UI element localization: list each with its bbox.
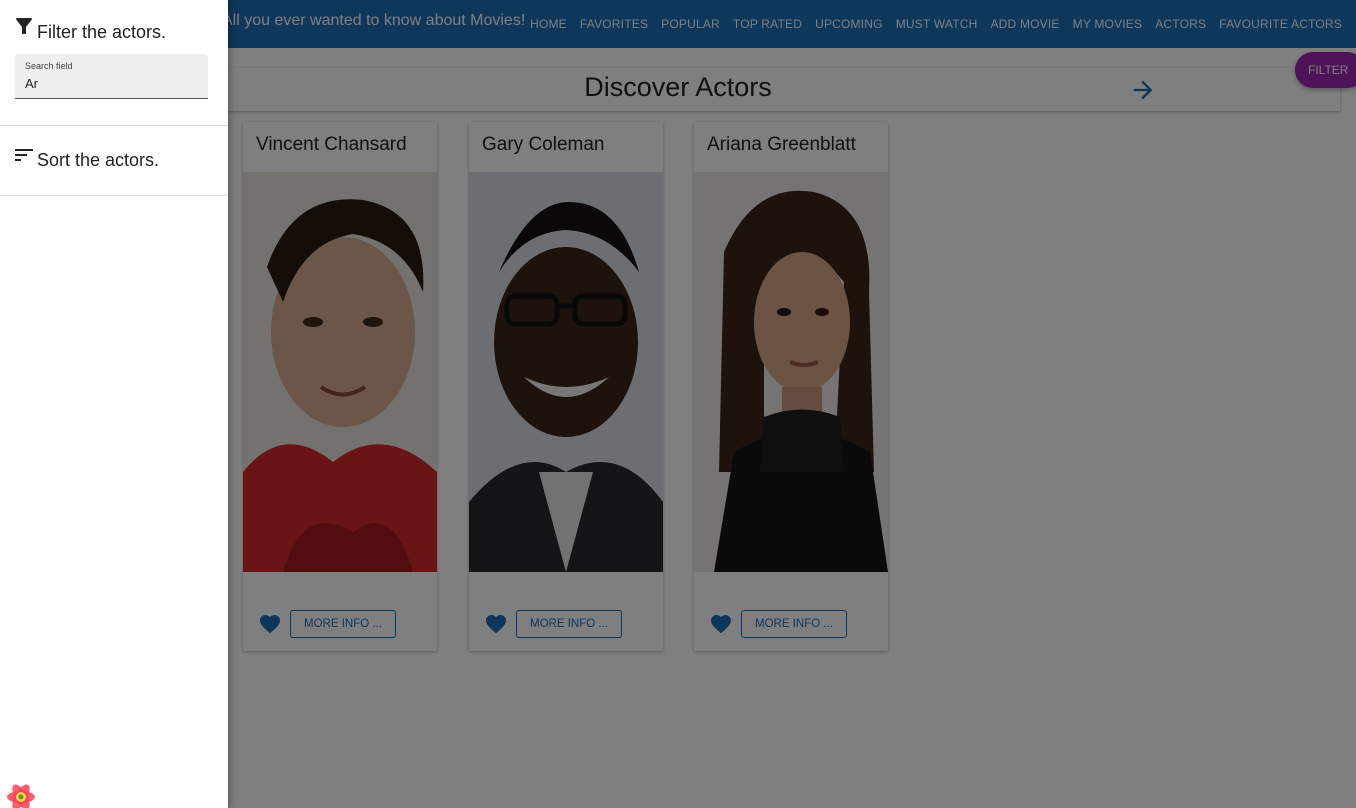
- filter-title: Filter the actors.: [37, 22, 167, 42]
- filter-icon: [16, 17, 32, 34]
- sort-icon: [15, 149, 33, 161]
- filter-drawer: Filter the actors. Search field Sort the…: [0, 0, 228, 808]
- filter-section: Filter the actors. Search field: [0, 0, 228, 126]
- sort-section: Sort the actors.: [0, 126, 228, 196]
- search-input[interactable]: [25, 74, 195, 92]
- search-field[interactable]: Search field: [15, 54, 208, 99]
- search-field-label: Search field: [25, 61, 73, 71]
- sort-title: Sort the actors.: [37, 150, 160, 170]
- react-query-devtools-icon[interactable]: [4, 783, 38, 808]
